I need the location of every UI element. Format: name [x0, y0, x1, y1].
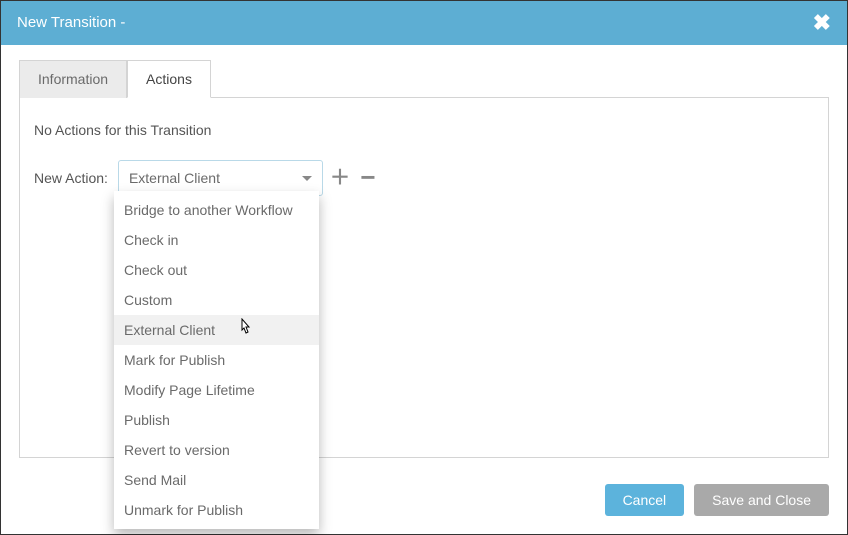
- option-label: External Client: [124, 322, 215, 338]
- new-action-label: New Action:: [34, 170, 108, 186]
- new-action-selected-value: External Client: [129, 170, 220, 186]
- titlebar: New Transition - ✖: [1, 1, 847, 45]
- pointer-cursor-icon: [237, 318, 253, 343]
- option-modify-page-lifetime[interactable]: Modify Page Lifetime: [114, 375, 319, 405]
- empty-actions-message: No Actions for this Transition: [34, 122, 814, 138]
- option-bridge-to-another-workflow[interactable]: Bridge to another Workflow: [114, 195, 319, 225]
- dialog: New Transition - ✖ Information Actions N…: [1, 1, 847, 534]
- new-action-dropdown: Bridge to another Workflow Check in Chec…: [114, 191, 319, 529]
- add-action-icon[interactable]: ＋: [329, 168, 351, 188]
- option-check-out[interactable]: Check out: [114, 255, 319, 285]
- dialog-body: Information Actions No Actions for this …: [1, 45, 847, 528]
- option-check-in[interactable]: Check in: [114, 225, 319, 255]
- chevron-down-icon: [302, 176, 312, 181]
- option-mark-for-publish[interactable]: Mark for Publish: [114, 345, 319, 375]
- option-send-mail[interactable]: Send Mail: [114, 465, 319, 495]
- tab-actions[interactable]: Actions: [127, 60, 211, 98]
- tab-bar: Information Actions: [19, 59, 829, 98]
- tab-information[interactable]: Information: [19, 60, 127, 98]
- option-publish[interactable]: Publish: [114, 405, 319, 435]
- option-external-client[interactable]: External Client: [114, 315, 319, 345]
- dialog-title: New Transition -: [17, 1, 125, 45]
- option-revert-to-version[interactable]: Revert to version: [114, 435, 319, 465]
- save-and-close-button[interactable]: Save and Close: [694, 484, 829, 516]
- cancel-button[interactable]: Cancel: [605, 484, 685, 516]
- remove-action-icon[interactable]: −: [357, 164, 379, 190]
- close-icon[interactable]: ✖: [813, 12, 831, 34]
- option-custom[interactable]: Custom: [114, 285, 319, 315]
- option-unmark-for-publish[interactable]: Unmark for Publish: [114, 495, 319, 525]
- dialog-footer: Cancel Save and Close: [605, 484, 829, 516]
